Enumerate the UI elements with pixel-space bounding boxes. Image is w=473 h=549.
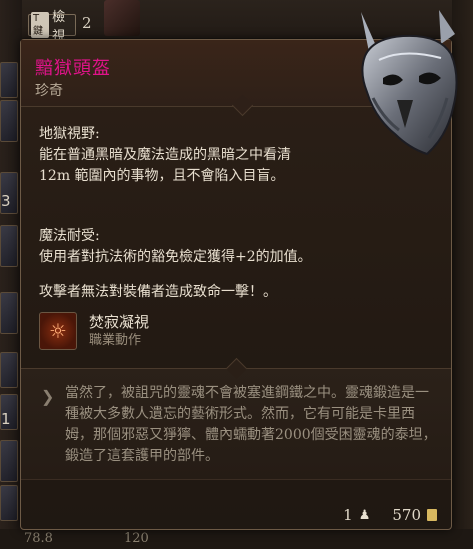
ability-block: 地獄視野: 能在普通黑暗及魔法造成的黑暗之中看清 12m 範圍內的事物，且不會陷… — [39, 124, 339, 187]
lore-text: 當然了，被詛咒的靈魂不會被塞進鋼鐵之中。靈魂鍛造是一種被大多數人遺忘的藝術形式。… — [65, 385, 437, 464]
weight-readout: 78.8 — [24, 531, 53, 546]
keybind-label: T鍵 — [31, 12, 50, 38]
gold-icon — [427, 509, 437, 521]
class-action[interactable]: ☼ 焚寂凝視 職業動作 — [39, 312, 149, 350]
gaze-action-icon: ☼ — [39, 312, 77, 350]
item-name: 黯獄頭盔 — [35, 58, 111, 79]
stack-count: 2 — [82, 14, 92, 32]
quote-icon: ❯ — [41, 387, 55, 406]
inventory-item-icon[interactable] — [104, 0, 140, 36]
ability-block: 魔法耐受: 使用者對抗法術的豁免檢定獲得+2的加值。 — [39, 226, 369, 268]
lore-section: ❯ 當然了，被詛咒的靈魂不會被塞進鋼鐵之中。靈魂鍛造是一種被大多數人遺忘的藝術形… — [21, 368, 451, 480]
examine-button[interactable]: T鍵 檢視 — [28, 10, 76, 44]
slot-count: 1 — [1, 410, 11, 428]
helmet-icon — [361, 10, 458, 156]
item-value: 570 — [392, 506, 421, 524]
hotbar-slot[interactable] — [0, 292, 18, 334]
item-tooltip: 黯獄頭盔 珍奇 地獄視野: 能在普通黑暗及魔法造成的黑暗之中看清 12m 範圍內… — [20, 10, 458, 530]
ability-text: 使用者對抗法術的豁免檢定獲得+2的加值。 — [39, 249, 312, 265]
crit-immunity-text: 攻擊者無法對裝備者造成致命一擊！。 — [39, 284, 277, 300]
ability-text: 能在普通黑暗及魔法造成的黑暗之中看清 12m 範圍內的事物，且不會陷入目盲。 — [39, 147, 291, 184]
ability-title: 地獄視野: — [39, 126, 100, 142]
item-weight: 1 — [343, 506, 353, 524]
weight-icon: ♟ — [358, 507, 371, 523]
hotbar-slot[interactable] — [0, 352, 18, 388]
action-type: 職業動作 — [89, 333, 142, 348]
hotbar-slot[interactable] — [0, 440, 18, 482]
item-footer: 1 ♟ 570 — [343, 506, 437, 524]
bottom-value: 120 — [124, 531, 149, 546]
ability-title: 魔法耐受: — [39, 228, 100, 244]
bottom-bar — [0, 529, 473, 549]
hotbar-slot[interactable] — [0, 485, 18, 521]
hotbar-slot[interactable] — [0, 100, 18, 142]
hotbar-slot[interactable] — [0, 225, 18, 267]
item-rarity: 珍奇 — [35, 83, 63, 99]
slot-count: 3 — [1, 192, 11, 210]
action-name: 焚寂凝視 — [89, 313, 150, 331]
hotbar-slot[interactable] — [0, 62, 18, 98]
